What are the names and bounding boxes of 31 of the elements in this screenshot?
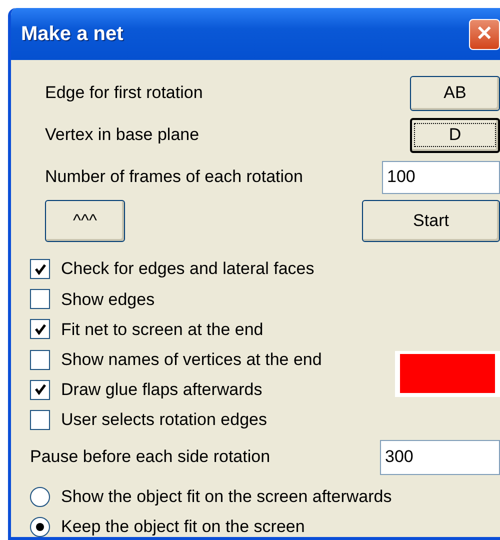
checkbox-label: Check for edges and lateral faces — [61, 258, 314, 280]
checkmark-icon — [34, 322, 46, 336]
window-title: Make a net — [21, 22, 124, 47]
radio-label: Keep the object fit on the screen — [61, 516, 305, 537]
value-button[interactable]: D — [410, 118, 500, 152]
checkbox-label: Draw glue flaps afterwards — [61, 379, 262, 402]
field-label: Pause before each side rotation — [30, 446, 270, 468]
checkmark-icon — [34, 262, 46, 276]
checkbox-label: User selects rotation edges — [61, 409, 267, 432]
checkbox-label: Show edges — [61, 288, 155, 311]
start-button[interactable]: Start — [362, 200, 500, 242]
checkbox[interactable] — [30, 350, 50, 370]
checkbox-label: Fit net to screen at the end — [61, 318, 264, 341]
checkbox-label: Show names of vertices at the end — [61, 348, 322, 371]
setting-label: Vertex in base plane — [45, 124, 200, 146]
checkbox[interactable] — [30, 380, 50, 400]
input-field[interactable]: 300 — [380, 440, 500, 475]
checkbox[interactable] — [30, 289, 50, 310]
setting-label: Edge for first rotation — [45, 82, 203, 104]
checkbox[interactable] — [30, 319, 50, 340]
checkbox[interactable] — [30, 410, 50, 430]
color-swatch[interactable] — [395, 351, 500, 397]
value-button[interactable]: AB — [410, 76, 500, 110]
radio-button[interactable] — [30, 487, 50, 508]
input-field[interactable]: 100 — [382, 160, 500, 194]
checkbox[interactable] — [30, 259, 50, 280]
radio-label: Show the object fit on the screen afterwards — [61, 486, 392, 508]
checkmark-icon — [34, 383, 46, 396]
radio-button[interactable] — [30, 517, 50, 537]
collapse-button[interactable]: ^^^ — [45, 200, 125, 242]
field-label: Number of frames of each rotation — [45, 166, 303, 188]
